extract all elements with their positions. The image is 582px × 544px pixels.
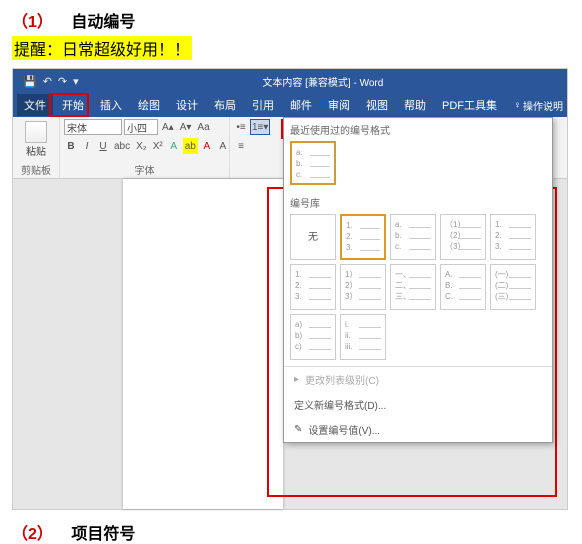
tellme-icon[interactable]: ♀ bbox=[514, 100, 522, 111]
tab-insert[interactable]: 插入 bbox=[93, 94, 129, 116]
group-clipboard-label: 剪贴板 bbox=[17, 161, 55, 178]
tab-layout[interactable]: 布局 bbox=[207, 94, 243, 116]
paste-button[interactable]: 粘贴 bbox=[17, 119, 55, 158]
reminder-text: 提醒：日常超级好用！！ bbox=[12, 36, 192, 60]
tab-review[interactable]: 审阅 bbox=[321, 94, 357, 116]
bold-icon[interactable]: B bbox=[64, 138, 78, 154]
window-title: 文本内容 [兼容模式] - Word bbox=[79, 74, 567, 89]
tab-references[interactable]: 引用 bbox=[245, 94, 281, 116]
tab-draw[interactable]: 绘图 bbox=[131, 94, 167, 116]
strike-icon[interactable]: abc bbox=[112, 138, 132, 154]
char-border-icon[interactable]: A bbox=[216, 138, 230, 154]
library-format-2[interactable]: a.b.c. bbox=[390, 214, 436, 260]
paste-label: 粘贴 bbox=[26, 143, 46, 158]
qat-more-icon[interactable]: ▾ bbox=[73, 75, 79, 88]
align-left-icon[interactable]: ≡ bbox=[234, 138, 248, 154]
heading2-num: （2） bbox=[12, 526, 53, 543]
library-format-4[interactable]: 1.2.3. bbox=[490, 214, 536, 260]
heading1-num: （1） bbox=[12, 14, 53, 31]
undo-icon[interactable]: ↶ bbox=[43, 75, 52, 88]
ribbon-tabs: 文件 开始 插入 绘图 设计 布局 引用 邮件 审阅 视图 帮助 PDF工具集 … bbox=[13, 93, 567, 117]
bullets-icon[interactable]: •≡ bbox=[234, 119, 248, 135]
subscript-icon[interactable]: X₂ bbox=[134, 138, 149, 154]
grow-font-icon[interactable]: A▴ bbox=[160, 119, 176, 135]
heading2-text: 项目符号 bbox=[71, 526, 135, 543]
numbering-button[interactable]: 1≡▾ bbox=[250, 119, 270, 135]
font-name-select[interactable]: 宋体 bbox=[64, 119, 122, 135]
tab-view[interactable]: 视图 bbox=[359, 94, 395, 116]
font-size-select[interactable]: 小四 bbox=[124, 119, 158, 135]
tab-help[interactable]: 帮助 bbox=[397, 94, 433, 116]
tab-mailings[interactable]: 邮件 bbox=[283, 94, 319, 116]
library-format-5[interactable]: 1.2.3. bbox=[290, 264, 336, 310]
library-format-9[interactable]: (一)(二)(三) bbox=[490, 264, 536, 310]
library-label: 编号库 bbox=[284, 191, 552, 212]
heading1-text: 自动编号 bbox=[71, 14, 135, 31]
tab-home[interactable]: 开始 bbox=[55, 94, 91, 116]
library-format-7[interactable]: 一、二、三、 bbox=[390, 264, 436, 310]
library-format-11[interactable]: i.ii.iii. bbox=[340, 314, 386, 360]
tellme-label[interactable]: 操作说明 bbox=[523, 98, 563, 113]
numbering-dropdown: 最近使用过的编号格式 a. b. c. 编号库 无1.2.3.a.b.c.（1）… bbox=[283, 117, 553, 443]
group-font-label: 字体 bbox=[64, 161, 225, 178]
paste-icon bbox=[25, 121, 47, 143]
library-format-6[interactable]: 1）2）3） bbox=[340, 264, 386, 310]
define-new-item[interactable]: 定义新编号格式(D)... bbox=[284, 392, 552, 417]
highlight-icon[interactable]: ab bbox=[183, 138, 198, 154]
set-value-item[interactable]: ✎ 设置编号值(V)... bbox=[284, 417, 552, 442]
text-effect-icon[interactable]: A bbox=[167, 138, 181, 154]
recent-label: 最近使用过的编号格式 bbox=[284, 118, 552, 139]
redo-icon[interactable]: ↷ bbox=[58, 75, 67, 88]
underline-icon[interactable]: U bbox=[96, 138, 110, 154]
save-icon[interactable]: 💾 bbox=[23, 75, 37, 88]
library-format-8[interactable]: A.B.C. bbox=[440, 264, 486, 310]
superscript-icon[interactable]: X² bbox=[151, 138, 165, 154]
word-window: 💾 ↶ ↷ ▾ 文本内容 [兼容模式] - Word 文件 开始 插入 绘图 设… bbox=[12, 68, 568, 510]
tab-file[interactable]: 文件 bbox=[17, 94, 53, 116]
change-level-item: ▸ 更改列表级别(C) bbox=[284, 367, 552, 392]
recent-format-0[interactable]: a. b. c. bbox=[290, 141, 336, 185]
library-format-10[interactable]: a)b)c) bbox=[290, 314, 336, 360]
tab-design[interactable]: 设计 bbox=[169, 94, 205, 116]
font-color-icon[interactable]: A bbox=[200, 138, 214, 154]
library-format-3[interactable]: （1）（2）（3） bbox=[440, 214, 486, 260]
titlebar: 💾 ↶ ↷ ▾ 文本内容 [兼容模式] - Word bbox=[13, 69, 567, 93]
tab-pdf[interactable]: PDF工具集 bbox=[435, 94, 504, 116]
library-format-1[interactable]: 1.2.3. bbox=[340, 214, 386, 260]
document-page[interactable] bbox=[123, 179, 283, 509]
shrink-font-icon[interactable]: A▾ bbox=[178, 119, 194, 135]
italic-icon[interactable]: I bbox=[80, 138, 94, 154]
library-format-0[interactable]: 无 bbox=[290, 214, 336, 260]
change-case-icon[interactable]: Aa bbox=[195, 119, 211, 135]
